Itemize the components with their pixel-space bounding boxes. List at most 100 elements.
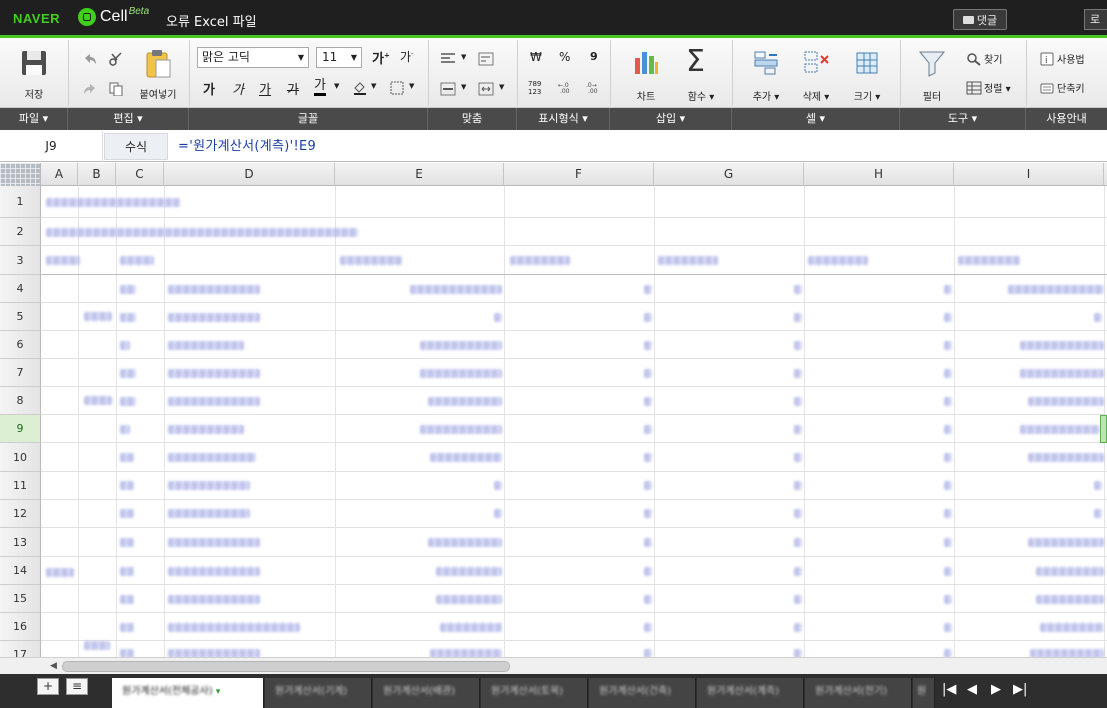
save-button[interactable]: 저장 xyxy=(14,48,54,104)
sheet-list-button[interactable]: ≡ xyxy=(66,678,88,695)
function-button[interactable]: Σ 함수 ▾ xyxy=(680,44,722,104)
currency-format-button[interactable]: ₩ xyxy=(530,50,542,64)
comma-format-button[interactable]: 9 xyxy=(590,50,598,63)
font-color-button[interactable]: 가 xyxy=(314,79,326,96)
cell-logo[interactable]: Cell Beta xyxy=(78,6,149,26)
merge-cells-icon[interactable] xyxy=(478,82,494,96)
column-header-i[interactable]: I xyxy=(954,163,1104,186)
column-header-a[interactable]: A xyxy=(41,163,78,186)
sort-button[interactable]: 정렬 ▾ xyxy=(966,80,1011,95)
font-size-select[interactable]: 11 ▼ xyxy=(316,47,362,68)
group-file[interactable]: 파일 ▾ xyxy=(0,108,68,130)
bold-button[interactable]: 가 xyxy=(203,79,215,98)
spreadsheet-grid[interactable]: A B C D E F G H I 1 2 3 4 5 6 7 8 9 10 1… xyxy=(0,163,1107,657)
paste-button[interactable]: 붙여넣기 xyxy=(136,48,180,104)
naver-logo[interactable]: NAVER xyxy=(13,11,60,26)
chevron-down-icon[interactable]: ▼ xyxy=(461,83,466,91)
sheet-tab-active[interactable]: 원가계산서(전체공사) ▾ xyxy=(112,678,264,708)
border-icon[interactable] xyxy=(389,81,405,95)
group-number-format[interactable]: 표시형식 ▾ xyxy=(517,108,610,130)
row-header-4[interactable]: 4 xyxy=(0,275,41,303)
row-header-14[interactable]: 14 xyxy=(0,557,41,585)
strikethrough-button[interactable]: 가 xyxy=(287,79,299,98)
name-box[interactable]: J9 xyxy=(0,131,103,162)
sheet-tab[interactable]: 원가계산서(기계) xyxy=(265,678,372,708)
percent-format-button[interactable]: % xyxy=(559,50,570,64)
align-left-icon[interactable] xyxy=(440,52,456,66)
group-tools[interactable]: 도구 ▾ xyxy=(900,108,1026,130)
scrollbar-thumb[interactable] xyxy=(62,661,510,672)
column-header-f[interactable]: F xyxy=(504,163,654,186)
login-button[interactable]: 로 xyxy=(1084,9,1107,30)
chevron-down-icon[interactable]: ▼ xyxy=(499,83,504,91)
sheet-tab[interactable]: 원가계산서(배관) xyxy=(373,678,480,708)
row-header-5[interactable]: 5 xyxy=(0,303,41,331)
sheet-tab[interactable]: 원가계산서(계측) xyxy=(697,678,804,708)
cut-icon[interactable] xyxy=(108,52,124,66)
column-header-d[interactable]: D xyxy=(164,163,335,186)
chevron-down-icon[interactable]: ▼ xyxy=(409,82,414,90)
row-header-15[interactable]: 15 xyxy=(0,585,41,613)
first-sheet-icon[interactable]: |◀ xyxy=(942,682,956,697)
horizontal-scrollbar[interactable]: ◀ xyxy=(0,657,1107,674)
delete-cell-button[interactable]: 삭제 ▾ xyxy=(796,48,836,104)
row-header-6[interactable]: 6 xyxy=(0,331,41,359)
select-all-corner[interactable] xyxy=(0,163,41,186)
insert-cell-button[interactable]: 추가 ▾ xyxy=(746,48,786,104)
sheet-tab[interactable]: 원가계산서(전기) xyxy=(805,678,912,708)
copy-icon[interactable] xyxy=(108,82,124,96)
row-header-11[interactable]: 11 xyxy=(0,472,41,500)
previous-sheet-icon[interactable]: ◀ xyxy=(967,682,977,697)
increase-font-icon[interactable]: 가+ xyxy=(372,48,390,67)
comment-button[interactable]: 댓글 xyxy=(953,9,1007,30)
row-header-13[interactable]: 13 xyxy=(0,528,41,557)
wrap-text-icon[interactable] xyxy=(478,52,494,66)
row-header-12[interactable]: 12 xyxy=(0,500,41,528)
chart-button[interactable]: 차트 xyxy=(628,48,664,104)
fill-color-icon[interactable] xyxy=(352,81,368,95)
next-sheet-icon[interactable]: ▶ xyxy=(991,682,1001,697)
find-button[interactable]: 찾기 xyxy=(966,51,1002,66)
chevron-down-icon[interactable]: ▼ xyxy=(371,82,376,90)
chevron-down-icon[interactable]: ▼ xyxy=(461,53,466,61)
filter-button[interactable]: 필터 xyxy=(912,48,952,104)
row-header-10[interactable]: 10 xyxy=(0,443,41,472)
row-header-9[interactable]: 9 xyxy=(0,415,41,443)
sheet-tab[interactable]: 원가계산서(건축) xyxy=(589,678,696,708)
scroll-left-icon[interactable]: ◀ xyxy=(50,661,57,671)
last-sheet-icon[interactable]: ▶| xyxy=(1013,682,1027,697)
row-header-1[interactable]: 1 xyxy=(0,186,41,218)
row-header-17[interactable]: 17 xyxy=(0,641,41,657)
align-middle-icon[interactable] xyxy=(440,82,456,96)
chevron-down-icon[interactable]: ▼ xyxy=(334,82,339,90)
group-edit[interactable]: 편집 ▾ xyxy=(68,108,189,130)
group-cell[interactable]: 셀 ▾ xyxy=(732,108,900,130)
number-format-button[interactable]: 789 123 xyxy=(528,80,541,96)
help-button[interactable]: i 사용법 xyxy=(1040,51,1085,66)
column-header-h[interactable]: H xyxy=(804,163,954,186)
column-header-g[interactable]: G xyxy=(654,163,804,186)
formula-input[interactable]: ='원가계산서(계측)'!E9 xyxy=(178,131,316,162)
decrease-decimal-icon[interactable]: ←.0.00 xyxy=(556,80,572,94)
group-insert[interactable]: 삽입 ▾ xyxy=(610,108,732,130)
add-sheet-button[interactable]: + xyxy=(37,678,59,695)
row-header-16[interactable]: 16 xyxy=(0,613,41,641)
italic-button[interactable]: 가 xyxy=(232,79,244,98)
column-header-b[interactable]: B xyxy=(78,163,116,186)
shortcut-button[interactable]: 단축키 xyxy=(1040,80,1085,95)
selected-cell-edge[interactable] xyxy=(1100,415,1107,443)
row-header-3[interactable]: 3 xyxy=(0,246,41,275)
sheet-tab[interactable]: 원 xyxy=(913,678,935,708)
row-header-8[interactable]: 8 xyxy=(0,387,41,415)
underline-button[interactable]: 가 xyxy=(259,79,271,98)
column-header-e[interactable]: E xyxy=(335,163,504,186)
row-header-2[interactable]: 2 xyxy=(0,218,41,246)
group-font[interactable]: 글꼴 xyxy=(189,108,428,130)
cell-size-button[interactable]: 크기 ▾ xyxy=(846,48,888,104)
group-align[interactable]: 맞춤 xyxy=(428,108,517,130)
undo-icon[interactable] xyxy=(82,52,98,66)
decrease-font-icon[interactable]: 가- xyxy=(400,48,414,65)
sheet-tab[interactable]: 원가계산서(토목) xyxy=(481,678,588,708)
increase-decimal-icon[interactable]: .0→.00 xyxy=(584,80,600,94)
column-header-c[interactable]: C xyxy=(116,163,164,186)
